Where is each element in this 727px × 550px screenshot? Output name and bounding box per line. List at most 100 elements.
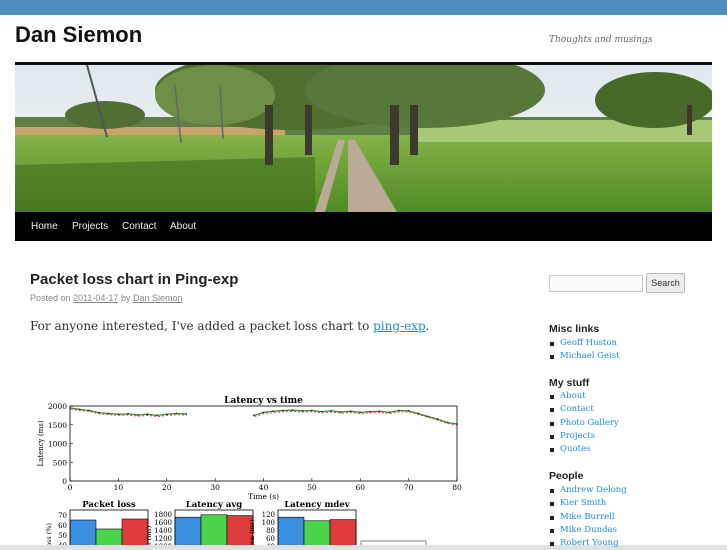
bar-y-tick-label: 1600	[154, 519, 172, 527]
y-tick-label: 2000	[48, 402, 67, 411]
latency-point	[378, 410, 381, 413]
misc-links-list: Geoff Huston Michael Geist	[549, 337, 719, 364]
bar-chart-title: Latency mdev	[284, 500, 350, 510]
post-meta-by: by	[120, 293, 131, 303]
post-body: For anyone interested, I've added a pack…	[30, 319, 430, 333]
latency-point	[398, 409, 400, 412]
latency-point	[107, 412, 110, 415]
list-item: Projects	[549, 430, 719, 443]
search-input[interactable]	[549, 275, 643, 292]
list-item: Mike Dundas	[549, 524, 719, 537]
bar-y-tick-label: 50	[58, 532, 67, 540]
link-projects[interactable]: Projects	[560, 431, 595, 441]
latency-point	[330, 409, 333, 412]
bar-y-tick-label: 1800	[154, 511, 172, 519]
my-stuff-list: About Contact Photo Gallery Projects Quo…	[549, 390, 719, 456]
site-title[interactable]: Dan Siemon	[15, 22, 142, 48]
latency-point	[359, 411, 362, 414]
link-robert-young[interactable]: Robert Young	[560, 538, 619, 548]
y-axis-label: Latency (ms)	[37, 420, 45, 466]
link-photo-gallery[interactable]: Photo Gallery	[560, 418, 619, 428]
nav-about[interactable]: About	[170, 212, 196, 241]
line-chart-title: Latency vs time	[224, 396, 303, 406]
x-tick-label: 40	[259, 483, 269, 492]
link-mike-dundas[interactable]: Mike Dundas	[560, 525, 617, 535]
link-kier-smith[interactable]: Kier Smith	[560, 498, 606, 508]
bar	[329, 519, 357, 545]
link-mike-burrell[interactable]: Mike Burrell	[560, 512, 615, 522]
latency-point	[117, 413, 120, 416]
latency-point	[281, 409, 284, 412]
post-body-text: For anyone interested, I've added a pack…	[30, 319, 374, 333]
link-quotes[interactable]: Quotes	[560, 444, 590, 454]
top-accent-bar	[0, 0, 727, 15]
legend-box	[360, 540, 427, 545]
nav-projects[interactable]: Projects	[72, 212, 108, 241]
latency-point	[456, 423, 458, 425]
link-andrew-delong[interactable]: Andrew Delong	[560, 485, 627, 495]
latency-point	[369, 410, 371, 413]
link-michael-geist[interactable]: Michael Geist	[560, 351, 620, 361]
latency-point	[446, 421, 449, 424]
latency-point	[427, 415, 429, 418]
latency-point	[310, 409, 313, 412]
bar-chart-title: Latency avg	[186, 500, 243, 510]
list-item: Geoff Huston	[549, 337, 719, 350]
bullet-icon	[550, 434, 554, 439]
latency-point	[165, 413, 168, 416]
y-tick-label: 0	[62, 477, 67, 486]
bullet-icon	[550, 355, 554, 360]
bar-chart-title: Packet loss	[82, 500, 136, 510]
x-tick-label: 70	[404, 483, 414, 492]
post-date-link[interactable]: 2011-04-17	[73, 293, 118, 303]
nav-home[interactable]: Home	[31, 212, 58, 241]
latency-point	[262, 411, 265, 414]
search-button[interactable]: Search	[646, 273, 685, 293]
latency-point	[301, 409, 304, 412]
latency-point	[185, 412, 188, 415]
link-about[interactable]: About	[560, 391, 586, 401]
bullet-icon	[550, 489, 554, 493]
bullet-icon	[550, 395, 554, 399]
post-meta-prefix: Posted on	[30, 293, 71, 303]
link-geoff-huston[interactable]: Geoff Huston	[560, 338, 617, 348]
post-title[interactable]: Packet loss chart in Ping-exp	[30, 271, 238, 288]
post-author-link[interactable]: Dan Siemon	[133, 293, 183, 303]
list-item: Andrew Delong	[549, 484, 719, 497]
link-contact[interactable]: Contact	[560, 404, 594, 414]
bar	[69, 519, 97, 545]
bar	[303, 520, 331, 545]
bar-y-tick-label: 1200	[154, 535, 172, 543]
latency-charts-image: Latency vs time 0 500 1000 1500 2000 0 10 20 30 40…	[37, 396, 462, 545]
bullet-icon	[550, 342, 554, 346]
latency-point	[349, 410, 352, 413]
bar-y-tick-label: 1400	[154, 527, 172, 535]
bar-y-tick-label: 60	[266, 535, 275, 543]
bar-y-tick-label: 100	[262, 519, 275, 527]
nav-contact[interactable]: Contact	[122, 212, 156, 241]
bullet-icon	[550, 408, 554, 413]
bar	[277, 516, 305, 545]
x-axis-label: Time (s)	[248, 492, 279, 501]
latency-point	[98, 411, 100, 414]
bar	[200, 514, 228, 545]
bullet-icon	[550, 421, 554, 426]
x-tick-label: 20	[162, 483, 172, 492]
list-item: Photo Gallery	[549, 417, 719, 430]
ping-exp-link[interactable]: ping-exp	[373, 319, 426, 333]
x-tick-label: 80	[452, 483, 462, 492]
x-tick-label: 0	[68, 483, 73, 492]
latency-point	[291, 409, 294, 412]
post-meta: Posted on 2011-04-17 by Dan Siemon	[30, 293, 183, 303]
list-item: About	[549, 390, 719, 403]
latency-point	[340, 411, 342, 413]
latency-point	[252, 414, 255, 417]
latency-point	[136, 414, 139, 416]
widget-title-people: People	[549, 470, 584, 482]
bar-y-tick-label: 60	[58, 522, 67, 530]
bar-y-tick-label: 80	[266, 527, 275, 535]
latency-point	[69, 406, 71, 409]
bullet-icon	[550, 515, 554, 520]
list-item: Robert Young	[549, 537, 719, 550]
latency-point	[320, 410, 323, 413]
